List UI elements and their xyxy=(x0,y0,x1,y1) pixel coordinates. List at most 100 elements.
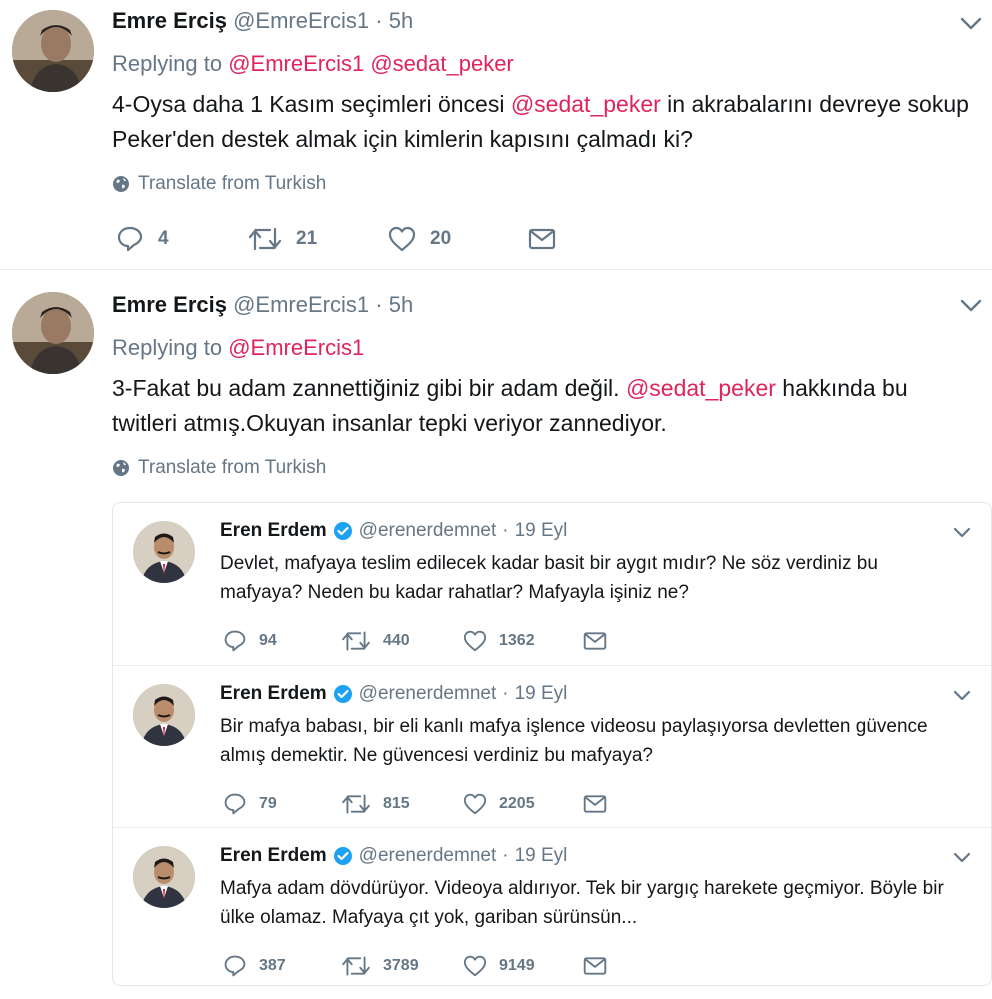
like-icon xyxy=(463,630,487,652)
timestamp[interactable]: 19 Eyl xyxy=(515,519,568,543)
display-name[interactable]: Eren Erdem xyxy=(220,844,327,868)
retweet-count: 815 xyxy=(383,795,410,812)
tweet-text: 4-Oysa daha 1 Kasım seçimleri öncesi @se… xyxy=(112,87,972,157)
translate-link[interactable]: Translate from Turkish xyxy=(112,457,326,479)
tweet-text-part: 4-Oysa daha 1 Kasım seçimleri öncesi xyxy=(112,91,511,117)
like-button[interactable]: 2205 xyxy=(463,793,583,815)
like-icon xyxy=(463,793,487,815)
like-button[interactable]: 9149 xyxy=(463,955,583,977)
quoted-tweet[interactable]: Eren Erdem @erenerdemnet · 19 Eyl Mafya … xyxy=(113,827,991,985)
like-count: 2205 xyxy=(499,795,535,812)
quoted-actions: 94 440 1362 xyxy=(223,627,607,655)
display-name[interactable]: Eren Erdem xyxy=(220,519,327,543)
chevron-down-icon[interactable] xyxy=(951,684,973,706)
retweet-button[interactable]: 21 xyxy=(248,225,388,253)
message-icon xyxy=(583,632,607,650)
message-button[interactable] xyxy=(583,631,607,651)
like-count: 1362 xyxy=(499,632,535,649)
avatar[interactable] xyxy=(133,684,195,746)
tweet[interactable]: Emre Erciş @EmreErcis1 · 5h Replying to … xyxy=(0,0,992,270)
chevron-down-icon[interactable] xyxy=(958,292,984,318)
message-icon xyxy=(583,957,607,975)
quoted-tweet[interactable]: Eren Erdem @erenerdemnet · 19 Eyl Bir ma… xyxy=(113,665,991,827)
retweet-count: 3789 xyxy=(383,957,419,974)
reply-button[interactable]: 79 xyxy=(223,792,341,816)
retweet-button[interactable]: 815 xyxy=(341,792,463,816)
like-icon xyxy=(463,955,487,977)
avatar[interactable] xyxy=(133,521,195,583)
translate-label: Translate from Turkish xyxy=(138,457,327,478)
retweet-button[interactable]: 3789 xyxy=(341,954,463,978)
tweet-actions: 4 21 20 xyxy=(116,222,556,256)
timestamp[interactable]: 5h xyxy=(389,8,413,33)
retweet-count: 21 xyxy=(296,228,318,249)
reply-icon xyxy=(224,630,246,652)
globe-icon xyxy=(113,176,129,192)
message-button[interactable] xyxy=(583,956,607,976)
avatar[interactable] xyxy=(12,292,94,374)
retweet-button[interactable]: 440 xyxy=(341,629,463,653)
replying-to: Replying to @EmreErcis1 xyxy=(112,335,364,361)
quoted-tweets[interactable]: Eren Erdem @erenerdemnet · 19 Eyl Devlet… xyxy=(112,502,992,986)
globe-icon xyxy=(113,460,129,476)
separator-dot: · xyxy=(502,683,509,704)
tweet[interactable]: Emre Erciş @EmreErcis1 · 5h Replying to … xyxy=(0,270,992,999)
user-handle[interactable]: @EmreErcis1 xyxy=(233,8,369,33)
chevron-down-icon[interactable] xyxy=(958,10,984,36)
quoted-text: Bir mafya babası, bir eli kanlı mafya iş… xyxy=(220,716,928,766)
like-count: 20 xyxy=(430,228,452,249)
user-handle[interactable]: @erenerdemnet xyxy=(359,519,497,543)
verified-badge-icon xyxy=(333,522,352,540)
display-name[interactable]: Eren Erdem xyxy=(220,682,327,706)
separator-dot: · xyxy=(375,8,383,33)
replying-mention[interactable]: @EmreErcis1 xyxy=(228,51,364,76)
user-handle[interactable]: @erenerdemnet xyxy=(359,682,497,706)
quoted-actions: 387 3789 9149 xyxy=(223,952,607,980)
user-handle[interactable]: @erenerdemnet xyxy=(359,844,497,868)
chevron-down-icon[interactable] xyxy=(951,846,973,868)
tweet-text-part: 3-Fakat bu adam zannettiğiniz gibi bir a… xyxy=(112,375,626,401)
tweet-header: Emre Erciş @EmreErcis1 · 5h xyxy=(112,292,413,318)
retweet-icon xyxy=(342,956,370,976)
reply-icon xyxy=(224,955,246,977)
reply-icon xyxy=(224,793,246,815)
timestamp[interactable]: 19 Eyl xyxy=(515,682,568,706)
translate-link[interactable]: Translate from Turkish xyxy=(112,173,326,195)
retweet-count: 440 xyxy=(383,632,410,649)
mention-link[interactable]: @sedat_peker xyxy=(511,91,661,117)
separator-dot: · xyxy=(502,845,509,866)
like-button[interactable]: 1362 xyxy=(463,630,583,652)
replying-mention[interactable]: @EmreErcis1 xyxy=(228,335,364,360)
reply-button[interactable]: 387 xyxy=(223,954,341,978)
quoted-header: Eren Erdem @erenerdemnet · 19 Eyl xyxy=(220,844,567,868)
quoted-text: Mafya adam dövdürüyor. Videoya aldırıyor… xyxy=(220,878,944,928)
chevron-down-icon[interactable] xyxy=(951,521,973,543)
replying-mention[interactable]: @sedat_peker xyxy=(370,51,513,76)
quoted-actions: 79 815 2205 xyxy=(223,790,607,818)
message-button[interactable] xyxy=(583,794,607,814)
timestamp[interactable]: 19 Eyl xyxy=(515,844,568,868)
quoted-tweet[interactable]: Eren Erdem @erenerdemnet · 19 Eyl Devlet… xyxy=(113,503,991,665)
reply-count: 94 xyxy=(259,632,277,649)
reply-button[interactable]: 94 xyxy=(223,629,341,653)
user-handle[interactable]: @EmreErcis1 xyxy=(233,292,369,317)
replying-prefix: Replying to xyxy=(112,51,229,76)
like-count: 9149 xyxy=(499,957,535,974)
retweet-icon xyxy=(342,631,370,651)
avatar[interactable] xyxy=(12,10,94,92)
mention-link[interactable]: @sedat_peker xyxy=(626,375,776,401)
like-button[interactable]: 20 xyxy=(388,226,528,252)
display-name[interactable]: Emre Erciş xyxy=(112,8,227,33)
tweet-header: Emre Erciş @EmreErcis1 · 5h xyxy=(112,8,413,34)
replying-to: Replying to @EmreErcis1 @sedat_peker xyxy=(112,51,514,77)
display-name[interactable]: Emre Erciş xyxy=(112,292,227,317)
avatar[interactable] xyxy=(133,846,195,908)
reply-icon xyxy=(117,226,143,252)
timestamp[interactable]: 5h xyxy=(389,292,413,317)
translate-label: Translate from Turkish xyxy=(138,173,327,194)
reply-count: 387 xyxy=(259,957,286,974)
replying-prefix: Replying to xyxy=(112,335,229,360)
retweet-icon xyxy=(248,227,282,251)
reply-button[interactable]: 4 xyxy=(116,225,248,253)
message-button[interactable] xyxy=(528,228,556,250)
